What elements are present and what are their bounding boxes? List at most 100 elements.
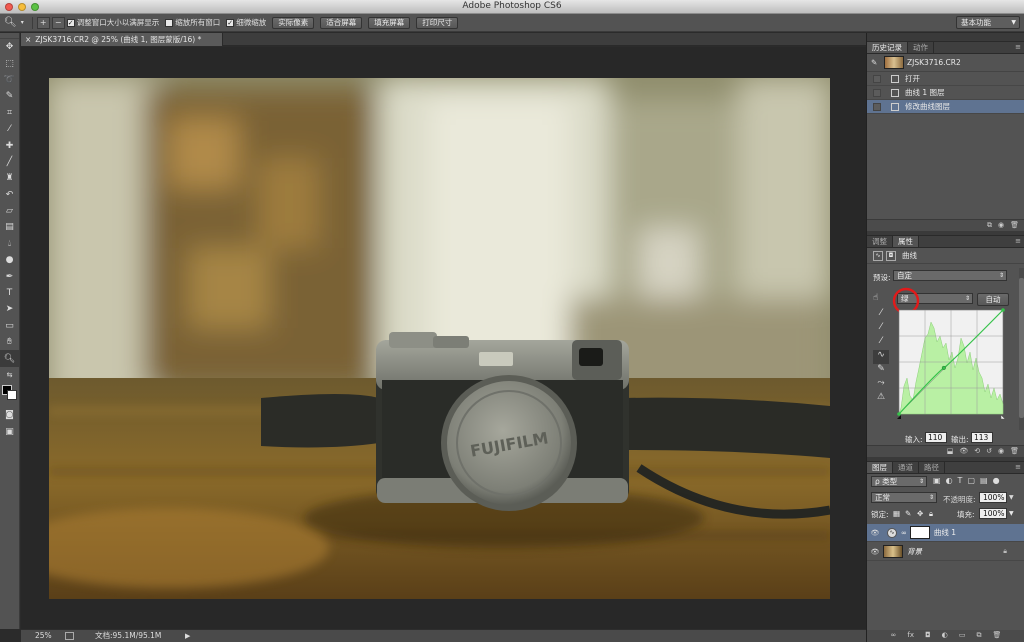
white-point-eyedropper-icon[interactable]: ⁄ [873, 336, 889, 350]
properties-scrollbar[interactable] [1019, 268, 1024, 430]
trash-icon[interactable]: 🗑︎ [993, 630, 1002, 642]
filter-toggle-icon[interactable]: ● [993, 476, 1000, 485]
new-document-from-state-icon[interactable]: ⧉ [987, 220, 992, 231]
input-value-field[interactable]: 110 [925, 432, 947, 443]
layer-mask-icon[interactable]: ◘ [886, 250, 896, 261]
eye-icon[interactable]: 👁︎ [867, 529, 883, 537]
clipping-warning-icon[interactable]: ⚠ [873, 392, 889, 406]
tab-properties[interactable]: 属性 [893, 236, 919, 247]
tab-channels[interactable]: 通道 [893, 462, 919, 473]
shape-tool-icon[interactable]: ▭ [0, 318, 19, 334]
scrollbar-thumb[interactable] [1019, 278, 1024, 418]
zoom-all-windows-checkbox[interactable]: 缩放所有窗口 [165, 17, 220, 28]
adjustment-filter-icon[interactable]: ◐ [946, 476, 953, 485]
lock-all-icon[interactable]: 🔒︎ [929, 509, 933, 519]
brush-tool-icon[interactable]: ╱ [0, 154, 19, 170]
clip-to-layer-icon[interactable]: ⬓ [947, 446, 954, 457]
smart-object-filter-icon[interactable]: ▤ [980, 476, 988, 485]
auto-button[interactable]: 自动 [977, 293, 1009, 306]
history-step[interactable]: 打开 [867, 72, 1024, 86]
curve-control-point[interactable] [941, 365, 946, 370]
history-brush-source-icon[interactable]: ✎ [871, 58, 881, 67]
print-size-button[interactable]: 打印尺寸 [416, 16, 459, 29]
opacity-field[interactable]: 100% [979, 492, 1007, 503]
new-group-icon[interactable]: ▭ [959, 630, 966, 642]
curve-endpoint[interactable] [1001, 308, 1005, 312]
tab-actions[interactable]: 动作 [908, 42, 934, 53]
panel-menu-icon[interactable]: ≡ [1015, 43, 1021, 51]
marquee-tool-icon[interactable]: ⬚ [0, 55, 19, 71]
blend-mode-dropdown[interactable]: 正常 ⇕ [871, 492, 937, 503]
preset-dropdown[interactable]: 自定 ⇕ [893, 270, 1007, 281]
chevron-down-icon[interactable]: ▼ [1009, 510, 1014, 517]
history-snapshot[interactable]: ✎ ZJSK3716.CR2 [867, 54, 1024, 72]
gradient-tool-icon[interactable]: ▤ [0, 219, 19, 235]
curve-endpoint[interactable] [897, 412, 901, 416]
reset-icon[interactable]: ↺ [986, 446, 992, 457]
black-point-eyedropper-icon[interactable]: ⁄ [873, 308, 889, 322]
gray-point-eyedropper-icon[interactable]: ⁄ [873, 322, 889, 336]
quick-selection-tool-icon[interactable]: ✎ [0, 88, 19, 104]
fill-field[interactable]: 100% [979, 508, 1007, 519]
zoom-tool-icon[interactable]: 🔍︎ [0, 350, 19, 367]
type-tool-icon[interactable]: T [0, 285, 19, 301]
resize-windows-checkbox[interactable]: ✓ 调整窗口大小以满屏显示 [66, 17, 159, 28]
new-layer-icon[interactable]: ⧉ [976, 630, 981, 642]
trash-icon[interactable]: 🗑︎ [1010, 446, 1019, 457]
link-icon[interactable]: ∞ [901, 529, 907, 537]
layer-mask-thumbnail[interactable] [909, 526, 930, 539]
scrubby-zoom-checkbox[interactable]: ✓ 细微缩放 [226, 17, 266, 28]
history-checkbox[interactable] [873, 88, 881, 97]
close-icon[interactable]: × [25, 35, 31, 44]
history-checkbox[interactable] [873, 74, 881, 83]
document-image[interactable]: FUJIFILM [49, 78, 830, 599]
pixel-filter-icon[interactable]: ▣ [933, 476, 941, 485]
tab-layers[interactable]: 图层 [867, 462, 893, 473]
tab-paths[interactable]: 路径 [919, 462, 945, 473]
history-checkbox[interactable] [873, 102, 881, 111]
chevron-down-icon[interactable]: ▾ [21, 19, 24, 26]
eye-toggle-icon[interactable]: 👁︎ [959, 446, 968, 457]
crop-tool-icon[interactable]: ⌗ [0, 105, 19, 121]
smooth-curve-icon[interactable]: ⤳ [873, 378, 889, 392]
lock-position-icon[interactable]: ✥ [917, 509, 923, 518]
path-selection-tool-icon[interactable]: ➤ [0, 301, 19, 317]
shape-filter-icon[interactable]: ▢ [967, 476, 975, 485]
layer-row-background[interactable]: 👁︎ 背景 🔒︎ [867, 543, 1024, 561]
layer-style-icon[interactable]: fx [907, 630, 914, 642]
camera-icon[interactable]: ◉ [998, 220, 1004, 231]
zoom-tool-preset-icon[interactable]: 🔍︎ [4, 17, 17, 28]
panel-menu-icon[interactable]: ≡ [1015, 237, 1021, 245]
document-tab[interactable]: × ZJSK3716.CR2 @ 25% (曲线 1, 图层蒙版/16) * [21, 33, 223, 46]
workspace-switcher[interactable]: 基本功能 ▼ [956, 16, 1020, 29]
hand-tool-icon[interactable]: ✋︎ [0, 334, 19, 350]
history-step[interactable]: 曲线 1 图层 [867, 86, 1024, 100]
zoom-in-icon[interactable]: + [36, 16, 50, 29]
pen-tool-icon[interactable]: ✒ [0, 268, 19, 284]
edit-points-curve-icon[interactable]: ∿ [873, 350, 889, 364]
curves-graph[interactable] [897, 308, 1007, 420]
tab-adjustments[interactable]: 调整 [867, 236, 893, 247]
actual-pixels-button[interactable]: 实际像素 [272, 16, 315, 29]
clone-stamp-tool-icon[interactable]: ♜ [0, 170, 19, 186]
eyedropper-tool-icon[interactable]: ⁄ [0, 121, 19, 137]
healing-brush-tool-icon[interactable]: ✚ [0, 137, 19, 153]
add-mask-icon[interactable]: ◘ [925, 630, 931, 642]
lasso-tool-icon[interactable]: ➰ [0, 72, 19, 88]
eraser-tool-icon[interactable]: ▱ [0, 203, 19, 219]
on-image-adjust-icon[interactable]: ☝ [873, 293, 878, 303]
default-colors-icon[interactable]: ⇆ [0, 367, 19, 383]
panel-menu-icon[interactable]: ≡ [1015, 463, 1021, 471]
screen-mode-icon[interactable]: ▣ [0, 424, 19, 440]
history-brush-tool-icon[interactable]: ↶ [0, 187, 19, 203]
lock-image-icon[interactable]: ✎ [905, 509, 911, 518]
trash-icon[interactable]: 🗑︎ [1010, 220, 1019, 231]
canvas-area[interactable]: FUJIFILM [21, 47, 866, 629]
move-tool-icon[interactable]: ✥ [0, 39, 19, 55]
history-step-selected[interactable]: 修改曲线图层 [867, 100, 1024, 114]
view-previous-icon[interactable]: ⟲ [974, 446, 980, 457]
layer-filter-dropdown[interactable]: ρ 类型 ⇕ [871, 476, 927, 487]
eye-icon[interactable]: 👁︎ [867, 548, 883, 556]
fit-screen-button[interactable]: 适合屏幕 [320, 16, 363, 29]
zoom-out-icon[interactable]: − [51, 16, 65, 29]
